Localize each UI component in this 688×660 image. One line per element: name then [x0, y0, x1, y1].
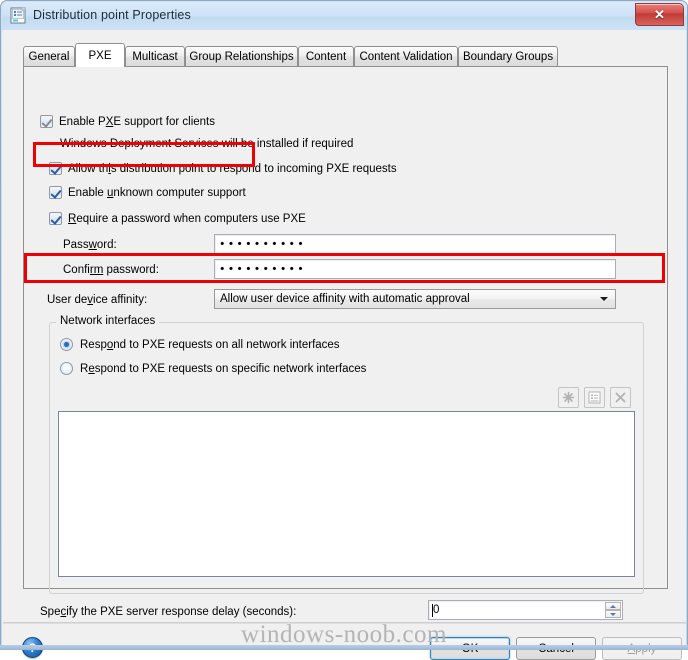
network-interfaces-group-title: Network interfaces	[56, 315, 159, 327]
radio-button[interactable]	[60, 338, 73, 351]
require-password-checkbox[interactable]: Require a password when computers use PX…	[49, 212, 306, 225]
properties-document-icon	[10, 7, 27, 25]
spinner-up-button[interactable]	[605, 602, 621, 610]
chevron-down-icon	[610, 613, 616, 616]
tab-boundary-groups[interactable]: Boundary Groups	[458, 46, 558, 66]
chevron-up-icon	[610, 605, 616, 608]
tab-group-relationships[interactable]: Group Relationships	[185, 46, 298, 66]
user-device-affinity-dropdown[interactable]: Allow user device affinity with automati…	[214, 289, 616, 309]
enable-unknown-computer-support-checkbox[interactable]: Enable unknown computer support	[49, 186, 246, 199]
chevron-down-icon	[600, 297, 608, 301]
checkbox-box[interactable]	[49, 186, 62, 199]
properties-list-icon	[588, 391, 601, 404]
enable-unknown-computer-support-label: Enable unknown computer support	[68, 187, 246, 199]
new-asterisk-icon-button[interactable]	[558, 387, 579, 408]
tab-general[interactable]: General	[23, 46, 75, 66]
pxe-delay-value: 0	[433, 604, 439, 616]
window-frame-bottom	[0, 645, 688, 650]
radio-respond-all-interfaces[interactable]: Respond to PXE requests on all network i…	[60, 338, 340, 351]
pxe-delay-label: Specify the PXE server response delay (s…	[40, 606, 296, 618]
delete-x-icon-button[interactable]	[610, 387, 631, 408]
tab-label: Group Relationships	[189, 51, 293, 63]
user-device-affinity-label: User device affinity:	[47, 294, 147, 306]
spinner-down-button[interactable]	[605, 610, 621, 618]
password-input[interactable]: ••••••••••	[214, 234, 616, 254]
properties-list-icon-button[interactable]	[584, 387, 605, 408]
tab-label: Boundary Groups	[463, 51, 553, 63]
close-icon: ✕	[636, 4, 683, 25]
pxe-delay-input[interactable]: 0	[428, 600, 623, 620]
pxe-tab-page: Enable PXE support for clients Windows D…	[23, 66, 668, 589]
tab-label: Content	[306, 51, 346, 63]
dialog-window: Distribution point Properties ✕ General …	[0, 0, 688, 650]
allow-respond-checkbox[interactable]: Allow this distribution point to respond…	[49, 162, 397, 175]
title-bar[interactable]: Distribution point Properties ✕	[2, 2, 687, 30]
radio-respond-specific-interfaces[interactable]: Respond to PXE requests on specific netw…	[60, 362, 366, 375]
checkbox-box[interactable]	[40, 115, 53, 128]
confirm-password-label: Confirm password:	[63, 264, 159, 276]
password-masked-value: ••••••••••	[219, 239, 306, 250]
window-title: Distribution point Properties	[33, 8, 191, 22]
tab-pxe[interactable]: PXE	[75, 43, 125, 67]
tab-content-validation[interactable]: Content Validation	[354, 46, 458, 66]
checkbox-box[interactable]	[49, 162, 62, 175]
dialog-client-area: General PXE Multicast Group Relationship…	[3, 30, 686, 650]
confirm-password-input[interactable]: ••••••••••	[214, 259, 616, 279]
password-label: Password:	[63, 239, 117, 251]
enable-pxe-support-label: Enable PXE support for clients	[59, 116, 215, 128]
tab-strip: General PXE Multicast Group Relationship…	[23, 43, 668, 67]
tab-label: Multicast	[132, 51, 177, 63]
tab-content[interactable]: Content	[298, 46, 354, 66]
enable-pxe-support-checkbox[interactable]: Enable PXE support for clients	[40, 115, 215, 128]
radio-respond-specific-label: Respond to PXE requests on specific netw…	[80, 363, 366, 375]
user-device-affinity-selected: Allow user device affinity with automati…	[220, 293, 470, 305]
tab-label: General	[29, 51, 70, 63]
checkbox-box[interactable]	[49, 212, 62, 225]
new-asterisk-icon	[562, 391, 575, 404]
tab-multicast[interactable]: Multicast	[125, 46, 185, 66]
footer-divider	[3, 622, 686, 624]
confirm-password-masked-value: ••••••••••	[219, 264, 306, 275]
close-button[interactable]: ✕	[635, 3, 684, 26]
delete-x-icon	[614, 391, 627, 404]
radio-button[interactable]	[60, 362, 73, 375]
network-interfaces-list[interactable]	[58, 411, 635, 577]
tab-label: PXE	[88, 50, 111, 62]
allow-respond-label: Allow this distribution point to respond…	[68, 163, 397, 175]
require-password-label: Require a password when computers use PX…	[68, 213, 306, 225]
tab-label: Content Validation	[359, 51, 452, 63]
radio-respond-all-label: Respond to PXE requests on all network i…	[80, 339, 340, 351]
wds-note-text: Windows Deployment Services will be inst…	[60, 138, 353, 150]
